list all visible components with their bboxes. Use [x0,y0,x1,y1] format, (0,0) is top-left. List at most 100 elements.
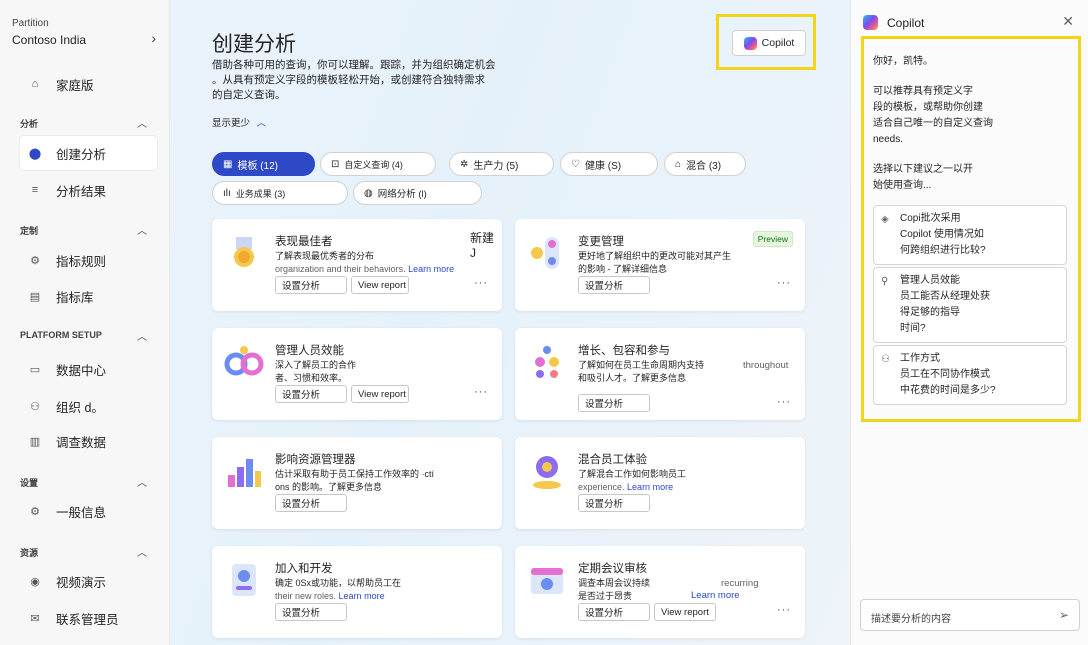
suggestion-ways-of-working[interactable]: ⚇ 工作方式 员工在不同协作模式 中花费的时间是多少? [873,345,1067,405]
section-resources[interactable]: 资源 ︿ [20,546,147,559]
chip-templates[interactable]: ▦ 模板 (12) [212,152,315,176]
card-desc: 了解如何在员工生命周期内支持 [578,360,705,370]
sidebar-item-metric-library[interactable]: ▤ 指标库 [20,279,157,313]
sidebar-item-video-demo[interactable]: ◉ 视频演示 [20,564,157,598]
suggestion-line: 管理人员效能 [900,275,960,286]
copilot-label: Copilot [761,37,795,49]
page-title: 创建分析 [212,33,296,56]
copilot-button[interactable]: Copilot [732,30,806,56]
view-report-button[interactable]: View report [654,603,716,621]
template-card-hybrid-experience[interactable]: 混合员工体验 了解混合工作如何影响员工 experience. Learn mo… [515,437,805,529]
setup-analysis-button[interactable]: 设置分析 [275,603,347,621]
chat-line: 始使用查询... [873,180,932,191]
setup-analysis-button[interactable]: 设置分析 [275,385,347,403]
chip-label: 网络分析 (l) [377,189,427,200]
setup-analysis-button[interactable]: 设置分析 [275,494,347,512]
setup-analysis-button[interactable]: 设置分析 [578,276,650,294]
template-card-growth-inclusion[interactable]: 增长、包容和参与 了解如何在员工生命周期内支持 和吸引人才。了解更多信息 thr… [515,328,805,420]
template-card-impact-explorer[interactable]: 影响资源管理器 估计采取有助于员工保持工作效率的 ·ctí ons 的影响。了解… [212,437,502,529]
more-options-icon[interactable]: ··· [777,604,791,616]
setup-analysis-button[interactable]: 设置分析 [578,494,650,512]
learn-more-link[interactable]: Learn more [691,590,740,601]
sidebar-item-organization[interactable]: ⚇ 组织 d。 [20,389,157,423]
section-analysis[interactable]: 分析 ︿ [20,117,147,130]
main-content: 创建分析 借助各种可用的查询，你可以理解。跟踪，并为组织确定机会 。从具有预定义… [170,0,850,645]
card-extra-text: throughout [743,360,789,371]
setup-analysis-button[interactable]: 设置分析 [275,276,347,294]
card-desc-text: organization and their behaviors. [275,264,406,274]
copilot-message: 你好，凯特。 可以推荐具有预定义字 段的模板，或帮助你创建 适合自己唯一的自定义… [873,54,1069,194]
people-icon: ⚇ [30,400,40,413]
card-title: 混合员工体验 [578,454,647,466]
infinity-icon [224,346,264,376]
view-report-button[interactable]: View report [351,276,409,294]
sidebar-item-contact-admin[interactable]: ✉ 联系管理员 [20,601,157,635]
partition-label: Partition [12,18,49,29]
copilot-title: Copilot [887,15,925,30]
calendar-icon [531,568,563,594]
section-platform-setup[interactable]: PLATFORM SETUP ︿ [20,330,147,343]
chip-label: 自定义查询 (4) [344,159,403,170]
more-options-icon[interactable]: ··· [777,277,791,289]
close-icon[interactable]: ✕ [1062,13,1074,30]
chip-productivity[interactable]: ✲ 生产力 (5) [449,152,554,176]
card-desc: 了解混合工作如何影响员工 [578,469,687,479]
copilot-icon [863,15,878,30]
sidebar-item-survey-data[interactable]: ▥ 调查数据 [20,424,157,458]
section-settings[interactable]: 设置 ︿ [20,476,147,489]
desc-line: 的自定义查询。 [212,89,286,101]
database-icon: ▭ [29,363,41,376]
setup-analysis-button[interactable]: 设置分析 [578,394,650,412]
gear-icon: ⚙ [30,505,40,518]
template-card-change-management[interactable]: 变更管理 更好地了解组织中的更改可能对其产生 的影响 - 了解详细信息 Prev… [515,219,805,311]
template-card-recurring-meetings[interactable]: 定期会议审核 调查本周会议持续 是否过于昂贵 recurring Learn m… [515,546,805,638]
chip-label: 混合 (3) [686,160,722,172]
badge-icon [232,564,256,596]
chip-business-outcomes[interactable]: ılı 业务成果 (3) [212,181,348,205]
learn-more-link[interactable]: Learn more [339,591,385,601]
desc-line: 借助各种可用的查询，你可以理解。跟踪，并为组织确定机会 [212,59,496,71]
more-options-icon[interactable]: ··· [474,386,488,398]
copilot-prompt-input[interactable]: 描述要分析的内容 ➢ [860,599,1080,631]
more-options-icon[interactable]: ··· [474,277,488,289]
template-card-top-performers[interactable]: 表现最佳者 了解表现最优秀者的分布 organization and their… [212,219,502,311]
dots-icon [535,346,559,378]
sidebar-item-results[interactable]: ≡ 分析结果 [20,173,157,207]
sidebar-item-data-center[interactable]: ▭ 数据中心 [20,352,157,386]
chevron-up-icon: ︿ [137,332,147,343]
sidebar-item-label: 调查数据 [56,435,107,450]
copilot-icon [743,36,757,50]
chip-health[interactable]: ♡ 健康 (S) [560,152,658,176]
sidebar-item-general[interactable]: ⚙ 一般信息 [20,494,157,528]
template-card-onboarding[interactable]: 加入和开发 确定 0Sx或功能，以帮助员工在 their new roles. … [212,546,502,638]
partition-value: Contoso India [12,33,87,47]
sidebar-item-metric-rules[interactable]: ⚙ 指标规则 [20,243,157,277]
location-pin-icon [533,456,561,489]
suggestion-manager-effectiveness[interactable]: ⚲ 管理人员效能 员工能否从经理处获 得足够的指导 时间? [873,267,1067,343]
card-title: 变更管理 [578,236,624,248]
template-card-manager-effectiveness[interactable]: 管理人员效能 深入了解员工的合作 者、习惯和效率。 设置分析 View repo… [212,328,502,420]
send-icon[interactable]: ➢ [1059,608,1069,622]
suggestion-copilot-adoption[interactable]: ◈ Copi批次采用 Copilot 使用情况如 何跨组织进行比较? [873,205,1067,265]
learn-more-link[interactable]: Learn more [408,264,454,274]
play-icon: ◉ [30,575,40,588]
partition-selector[interactable]: Partition Contoso India › [12,18,158,47]
chip-mixed[interactable]: ⌂ 混合 (3) [664,152,746,176]
chevron-up-icon: ︿ [256,118,267,129]
view-report-button[interactable]: View report [351,385,409,403]
section-custom[interactable]: 定制 ︿ [20,224,147,237]
chip-custom-queries[interactable]: ⊡ 自定义查询 (4) [320,152,436,176]
card-title: 管理人员效能 [275,345,344,357]
more-options-icon[interactable]: ··· [777,396,791,408]
setup-analysis-button[interactable]: 设置分析 [578,603,650,621]
card-desc: 者、习惯和效率。 [275,373,348,383]
card-desc: organization and their behaviors. Learn … [275,263,475,276]
sidebar-item-create-analysis[interactable]: ⬤ 创建分析 [20,136,157,170]
chip-network-analysis[interactable]: ◍ 网络分析 (l) [353,181,482,205]
sidebar-item-home[interactable]: ⌂ 家庭版 [20,67,157,101]
show-less-toggle[interactable]: 显示更少 ︿ [212,115,266,129]
mail-icon: ✉ [30,612,40,625]
card-desc: 确定 0Sx或功能，以帮助员工在 [275,578,402,588]
suggestion-line: 员工能否从经理处获 [900,291,990,302]
learn-more-link[interactable]: Learn more [627,482,673,492]
